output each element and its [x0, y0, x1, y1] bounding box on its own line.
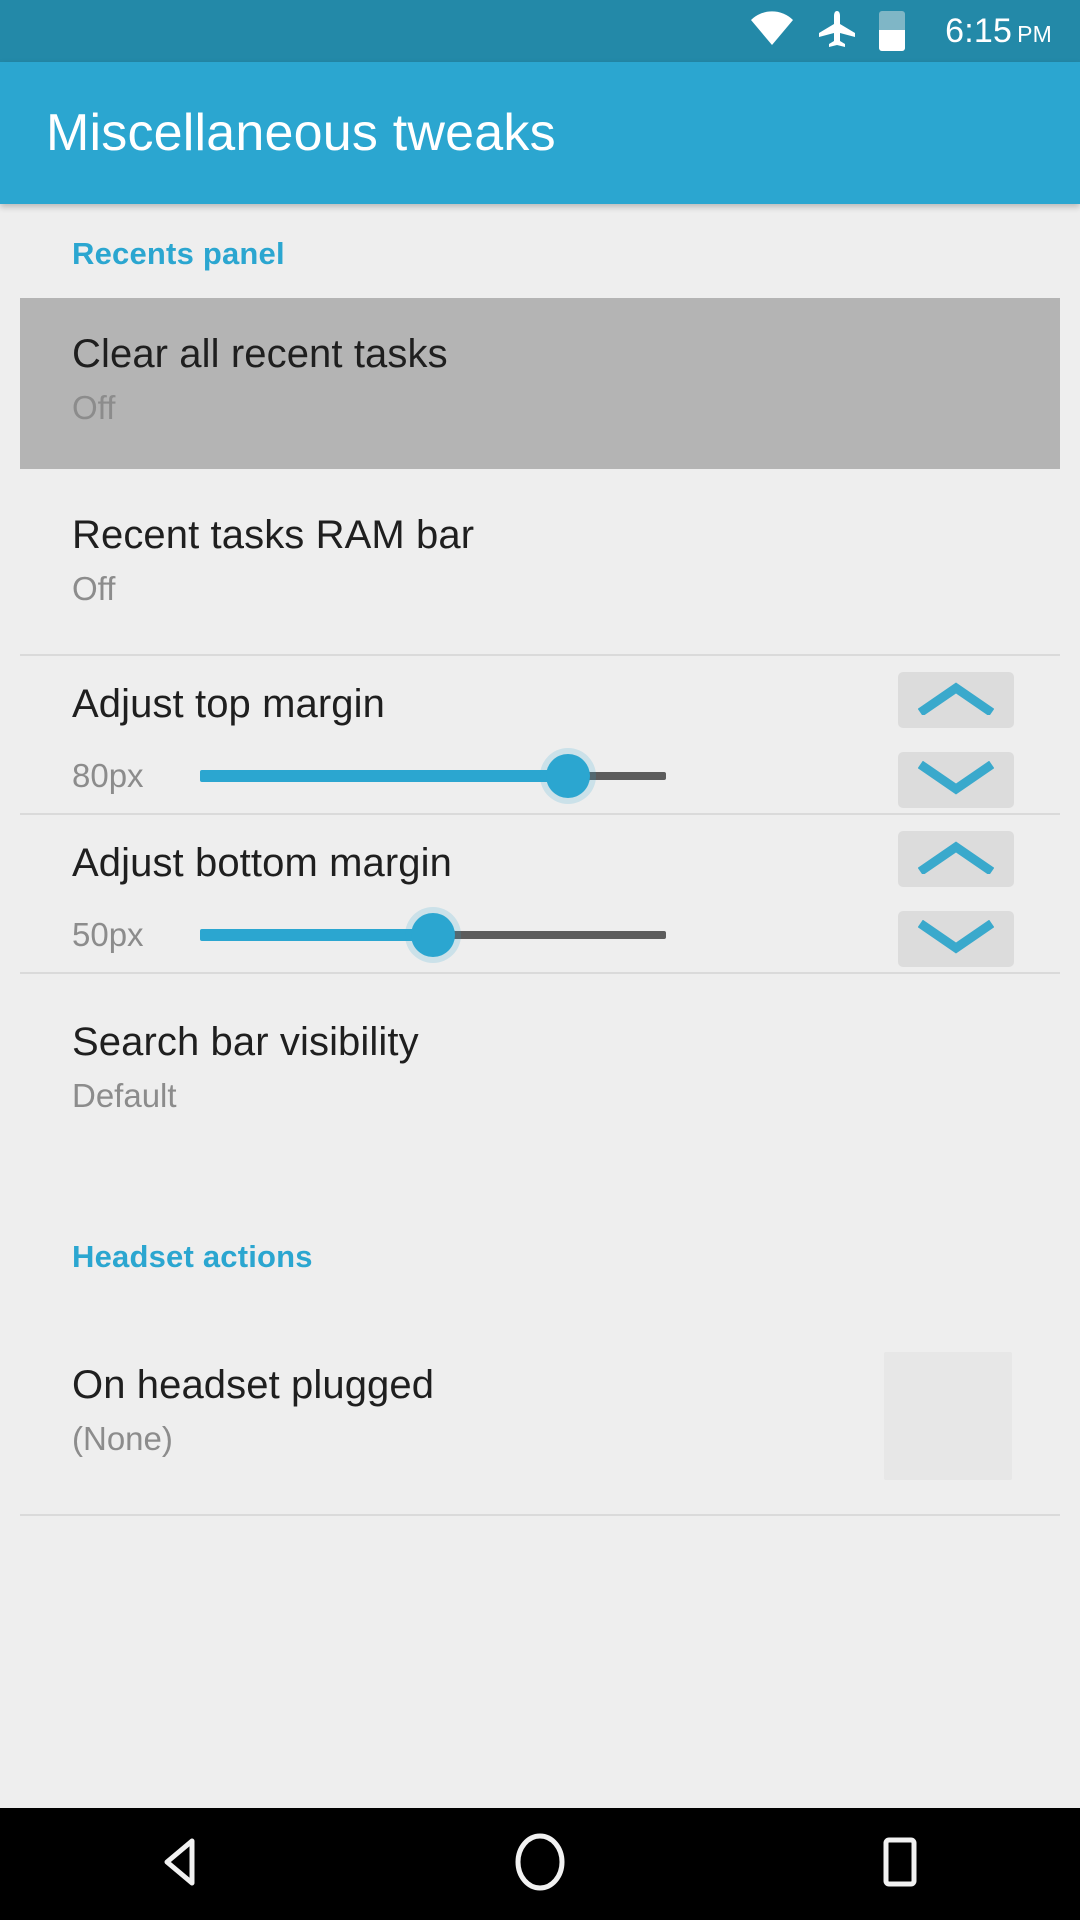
recents-button[interactable]: [830, 1808, 970, 1920]
pref-title: Adjust bottom margin: [72, 841, 452, 885]
slider-value-label: 50px: [72, 916, 144, 953]
back-button[interactable]: [110, 1808, 250, 1920]
navigation-bar: [0, 1808, 1080, 1920]
bottom-margin-stepper: [898, 831, 1014, 967]
slider-line: 50px: [72, 913, 1008, 957]
pref-summary: Off: [72, 570, 116, 607]
slider-fill: [200, 929, 433, 941]
app-bar: Miscellaneous tweaks: [0, 62, 1080, 204]
slider-value-label: 80px: [72, 757, 144, 794]
divider: [20, 1514, 1060, 1516]
wifi-icon: [749, 10, 795, 52]
slider-thumb[interactable]: [546, 754, 591, 798]
pref-row-clear-all-recent-tasks[interactable]: Clear all recent tasks Off: [20, 298, 1060, 469]
slider-fill: [200, 770, 569, 782]
bottom-margin-slider[interactable]: [200, 913, 666, 957]
airplane-mode-icon: [817, 9, 857, 54]
pref-title: Recent tasks RAM bar: [72, 513, 475, 557]
chevron-down-icon: [917, 919, 995, 959]
clock-meridiem: PM: [1017, 20, 1052, 47]
pref-title: Search bar visibility: [72, 1020, 419, 1064]
bottom-margin-increment-button[interactable]: [898, 831, 1014, 887]
pref-row-adjust-top-margin[interactable]: Adjust top margin 80px: [0, 656, 1080, 813]
recents-icon: [869, 1831, 931, 1898]
slider-thumb[interactable]: [411, 913, 455, 957]
clock-time: 6:15: [945, 11, 1013, 50]
phone-screen: 6:15 PM Miscellaneous tweaks Recents pane…: [0, 0, 1080, 1920]
pref-summary: Default: [72, 1077, 177, 1114]
pref-title: Adjust top margin: [72, 682, 385, 726]
status-bar-clock: 6:15 PM: [945, 12, 1052, 51]
status-bar-icons: 6:15 PM: [749, 9, 1052, 54]
headset-action-widget-slot[interactable]: [884, 1351, 1012, 1480]
back-icon: [149, 1831, 211, 1898]
settings-list[interactable]: Recents panel Clear all recent tasks Off…: [0, 204, 1080, 1808]
top-margin-increment-button[interactable]: [898, 672, 1014, 728]
page-title: Miscellaneous tweaks: [46, 104, 556, 162]
section-header-headset-actions: Headset actions: [72, 1239, 313, 1274]
pref-summary: Off: [72, 389, 116, 426]
pref-row-on-headset-plugged[interactable]: On headset plugged (None): [0, 1317, 1080, 1514]
top-margin-decrement-button[interactable]: [898, 752, 1014, 808]
home-button[interactable]: [470, 1808, 610, 1920]
top-margin-slider[interactable]: [200, 754, 666, 798]
pref-summary: (None): [72, 1420, 173, 1457]
pref-row-adjust-bottom-margin[interactable]: Adjust bottom margin 50px: [0, 815, 1080, 972]
home-icon: [509, 1831, 571, 1898]
pref-title: On headset plugged: [72, 1363, 435, 1407]
pref-row-recent-tasks-ram-bar[interactable]: Recent tasks RAM bar Off: [0, 469, 1080, 654]
slider-line: 80px: [72, 754, 1008, 798]
bottom-margin-decrement-button[interactable]: [898, 911, 1014, 967]
section-header-recents-panel: Recents panel: [72, 236, 285, 271]
status-bar: 6:15 PM: [0, 0, 1080, 62]
chevron-up-icon: [917, 681, 995, 720]
chevron-up-icon: [917, 840, 995, 879]
chevron-down-icon: [917, 760, 995, 800]
top-margin-stepper: [898, 672, 1014, 808]
battery-icon: [879, 11, 906, 51]
pref-title: Clear all recent tasks: [72, 332, 448, 376]
pref-row-search-bar-visibility[interactable]: Search bar visibility Default: [0, 974, 1080, 1167]
